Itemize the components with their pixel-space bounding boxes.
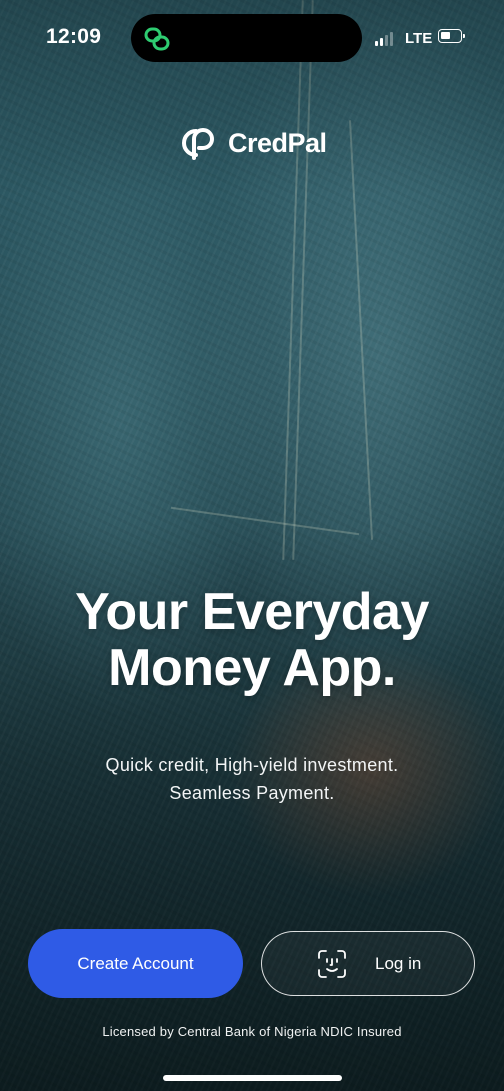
welcome-screen: 12:09 LTE CredPal Your Everyday Money Ap… [0,0,504,1091]
headline: Your Everyday Money App. [0,584,504,696]
create-account-button[interactable]: Create Account [28,929,243,998]
dynamic-island [131,14,362,62]
face-id-icon [318,950,346,978]
credpal-logo-mark-icon [182,128,214,160]
headline-line-1: Your Everyday [75,583,429,641]
license-note: Licensed by Central Bank of Nigeria NDIC… [102,1024,402,1039]
status-time: 12:09 [46,25,102,48]
subtitle: Quick credit, High-yield investment. Sea… [0,751,504,807]
subtitle-line-1: Quick credit, High-yield investment. [105,755,399,775]
login-label: Log in [375,954,422,973]
headline-line-2: Money App. [108,639,396,697]
battery-icon [438,29,465,43]
signal-icon [375,32,399,46]
home-indicator[interactable] [163,1075,342,1081]
subtitle-line-2: Seamless Payment. [169,783,335,803]
login-button[interactable]: Log in [261,931,475,996]
link-rings-icon [144,27,170,51]
credpal-logo: CredPal [178,125,327,161]
network-label: LTE [405,30,433,47]
background-overlay [0,0,504,1091]
brand-name: CredPal [228,127,327,158]
